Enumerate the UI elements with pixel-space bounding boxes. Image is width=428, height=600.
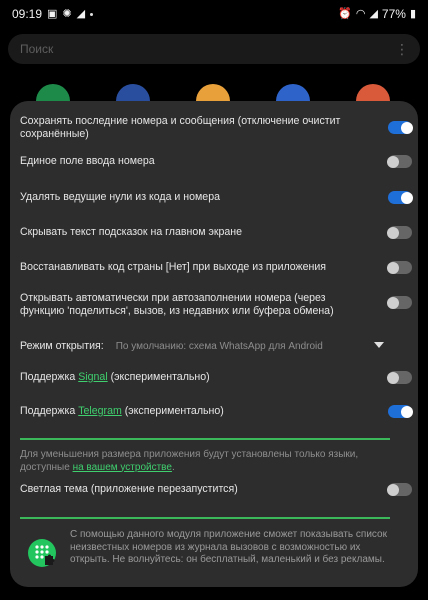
toggle-restore-country[interactable] <box>387 261 412 274</box>
toggle-save-recent[interactable] <box>388 121 413 134</box>
toggle-knob <box>387 261 399 274</box>
setting-label: Удалять ведущие нули из кода и номера <box>20 191 220 203</box>
toggle-auto-open[interactable] <box>387 296 412 309</box>
toggle-knob <box>387 155 399 168</box>
toggle-knob <box>387 483 399 496</box>
divider <box>20 517 390 519</box>
signal-suffix: (экспериментально) <box>110 371 210 383</box>
signal-icon: ◢ <box>369 7 378 20</box>
status-right: ⏰ ◠ ◢ 77% ▮ <box>338 7 416 21</box>
setting-signal[interactable]: Поддержка Signal (экспериментально) <box>20 371 412 384</box>
chevron-down-icon[interactable] <box>374 342 384 348</box>
setting-label: Восстанавливать код страны [Нет] при вых… <box>20 261 327 273</box>
setting-label: Поддержка Signal (экспериментально) <box>20 371 350 384</box>
wifi-icon: ◠ <box>355 7 366 20</box>
setting-label: Светлая тема (приложение перезапустится) <box>20 483 238 495</box>
toggle-light-theme[interactable] <box>387 483 412 496</box>
brightness-icon: ✺ <box>62 7 72 20</box>
setting-light-theme[interactable]: Светлая тема (приложение перезапустится) <box>20 483 412 496</box>
toggle-telegram[interactable] <box>388 405 413 418</box>
battery-level: 77% <box>381 7 406 21</box>
status-time: 09:19 <box>12 7 43 21</box>
toggle-knob <box>387 296 399 309</box>
call-log-module-text: С помощью данного модуля приложение смож… <box>70 529 387 565</box>
setting-remove-zeros[interactable]: Удалять ведущие нули из кода и номера <box>20 191 413 204</box>
setting-save-recent[interactable]: Сохранять последние номера и сообщения (… <box>20 115 413 141</box>
language-info-text: Для уменьшения размера приложения будут … <box>20 449 359 473</box>
call-log-module[interactable]: С помощью данного модуля приложение смож… <box>28 529 398 567</box>
telegram-link[interactable]: Telegram <box>78 405 122 417</box>
language-info-link[interactable]: на вашем устройстве <box>73 462 172 473</box>
toggle-knob <box>387 371 399 384</box>
setting-label: Скрывать текст подсказок на главном экра… <box>20 226 243 238</box>
setting-single-field[interactable]: Единое поле ввода номера <box>20 155 412 168</box>
toggle-knob <box>401 191 413 204</box>
setting-label: Поддержка Telegram (экспериментально) <box>20 405 350 418</box>
search-input[interactable]: Поиск <box>20 42 53 56</box>
toggle-signal[interactable] <box>387 371 412 384</box>
setting-telegram[interactable]: Поддержка Telegram (экспериментально) <box>20 405 413 418</box>
battery-icon: ▮ <box>409 7 416 20</box>
setting-label: Сохранять последние номера и сообщения (… <box>20 115 341 140</box>
open-mode-value[interactable]: По умолчанию: схема WhatsApp для Android <box>116 341 323 352</box>
status-left: 09:19 ▣ ✺ ◢ <box>12 7 94 21</box>
telegram-prefix: Поддержка <box>20 405 76 417</box>
divider <box>20 438 390 440</box>
setting-label: Единое поле ввода номера <box>20 155 155 167</box>
language-info: Для уменьшения размера приложения будут … <box>20 449 380 474</box>
notification-dot-icon <box>90 12 94 16</box>
more-options-icon[interactable]: ⋮ <box>395 41 409 58</box>
toggle-single-field[interactable] <box>387 155 412 168</box>
signal-prefix: Поддержка <box>20 371 76 383</box>
settings-sheet: Сохранять последние номера и сообщения (… <box>10 101 418 587</box>
app-icon: ◢ <box>76 7 86 20</box>
gallery-icon: ▣ <box>47 7 58 20</box>
dialpad-puzzle-icon[interactable] <box>28 539 56 567</box>
open-mode-label: Режим открытия: <box>20 340 104 352</box>
signal-link[interactable]: Signal <box>78 371 107 383</box>
open-mode-select[interactable]: Режим открытия: По умолчанию: схема What… <box>20 340 400 352</box>
status-bar: 09:19 ▣ ✺ ◢ ⏰ ◠ ◢ 77% ▮ <box>0 0 428 28</box>
setting-restore-country[interactable]: Восстанавливать код страны [Нет] при вых… <box>20 261 412 274</box>
toggle-remove-zeros[interactable] <box>388 191 413 204</box>
toggle-knob <box>387 226 399 239</box>
alarm-icon: ⏰ <box>338 7 352 20</box>
setting-hide-hints[interactable]: Скрывать текст подсказок на главном экра… <box>20 226 412 239</box>
toggle-knob <box>401 121 413 134</box>
setting-label: Открывать автоматически при автозаполнен… <box>20 292 334 317</box>
toggle-hide-hints[interactable] <box>387 226 412 239</box>
search-bar[interactable]: Поиск ⋮ <box>8 34 420 64</box>
telegram-suffix: (экспериментально) <box>124 405 224 417</box>
language-info-end: . <box>171 461 175 473</box>
toggle-knob <box>401 405 413 418</box>
dialpad-icon <box>35 545 55 565</box>
setting-auto-open[interactable]: Открывать автоматически при автозаполнен… <box>20 292 412 318</box>
